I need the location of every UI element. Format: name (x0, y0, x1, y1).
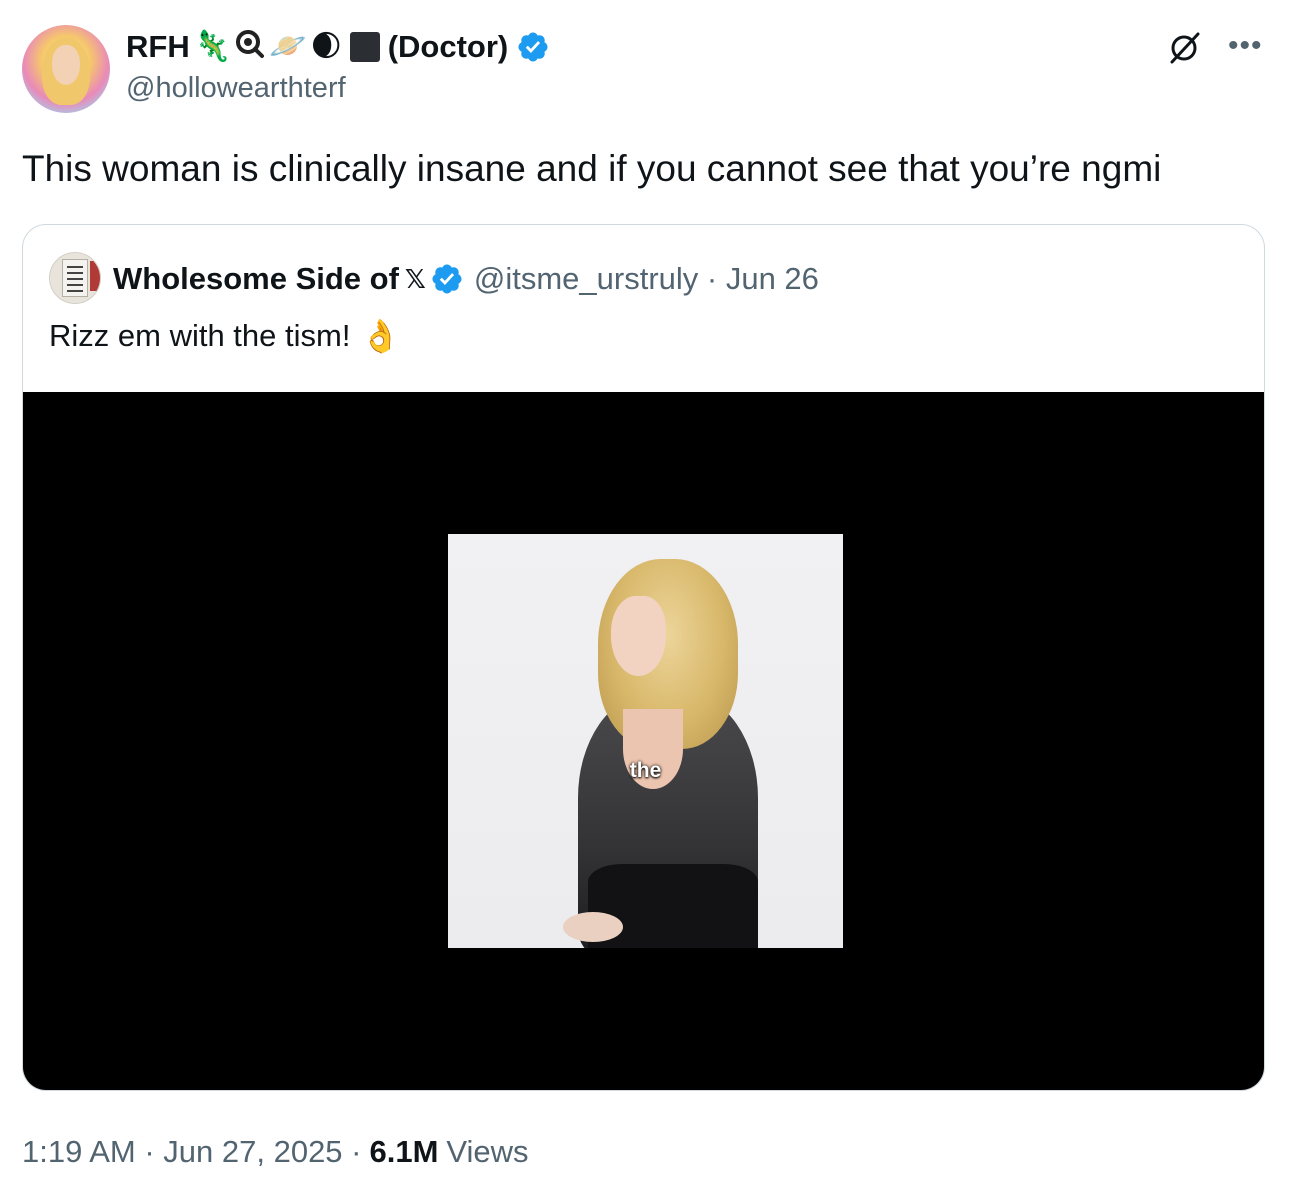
verified-badge-icon[interactable] (516, 30, 550, 64)
black-square-icon (349, 32, 380, 62)
avatar-sign (62, 259, 88, 297)
author-display-name[interactable]: RFH (126, 29, 190, 65)
avatar-face (52, 45, 80, 85)
moon-emoji: 🌒 (310, 30, 342, 63)
figure-hands (563, 912, 623, 942)
views-label: Views (446, 1134, 529, 1169)
quoted-header: Wholesome Side of 𝕏 @itsme_urstruly · Ju… (113, 259, 819, 299)
video-player[interactable]: the (23, 392, 1264, 1090)
video-frame: the (448, 534, 843, 948)
quoted-text: Rizz em with the tism! (49, 318, 351, 353)
lizard-emoji: 🦎 (193, 30, 232, 63)
tweet-text: This woman is clinically insane and if y… (22, 148, 1162, 189)
tweet-meta: 1:19 AM · Jun 27, 2025 · 6.1M Views (22, 1130, 529, 1174)
quoted-handle-date[interactable]: @itsme_urstruly · Jun 26 (474, 261, 819, 297)
search-emoji (235, 29, 265, 65)
verified-badge-icon (432, 264, 462, 294)
author-name-row[interactable]: RFH 🦎 🪐 🌒 (Doctor) (126, 27, 550, 67)
figure-face (611, 596, 666, 676)
video-caption: the (629, 759, 662, 782)
tweet: RFH 🦎 🪐 🌒 (Doctor) @hollowearthterf ••• … (0, 0, 1294, 1202)
quoted-text-row: Rizz em with the tism! 👌 (49, 317, 400, 355)
author-title-suffix: (Doctor) (387, 29, 509, 64)
avatar-red-stripe (90, 261, 100, 291)
grok-icon[interactable] (1166, 30, 1202, 66)
author-handle[interactable]: @hollowearthterf (126, 72, 346, 105)
quoted-display-name[interactable]: Wholesome Side of (113, 261, 399, 297)
ok-hand-emoji: 👌 (360, 318, 401, 354)
views-count: 6.1M (369, 1134, 439, 1169)
quoted-author-avatar[interactable] (49, 252, 101, 304)
tweet-timestamp[interactable]: 1:19 AM · Jun 27, 2025 · (22, 1134, 362, 1170)
magnifier-icon (236, 30, 265, 58)
x-logo-icon: 𝕏 (404, 263, 426, 294)
planet-emoji: 🪐 (269, 30, 307, 63)
more-icon[interactable]: ••• (1228, 31, 1263, 61)
quoted-tweet-card[interactable]: Wholesome Side of 𝕏 @itsme_urstruly · Ju… (22, 224, 1265, 1091)
author-avatar[interactable] (22, 25, 110, 113)
